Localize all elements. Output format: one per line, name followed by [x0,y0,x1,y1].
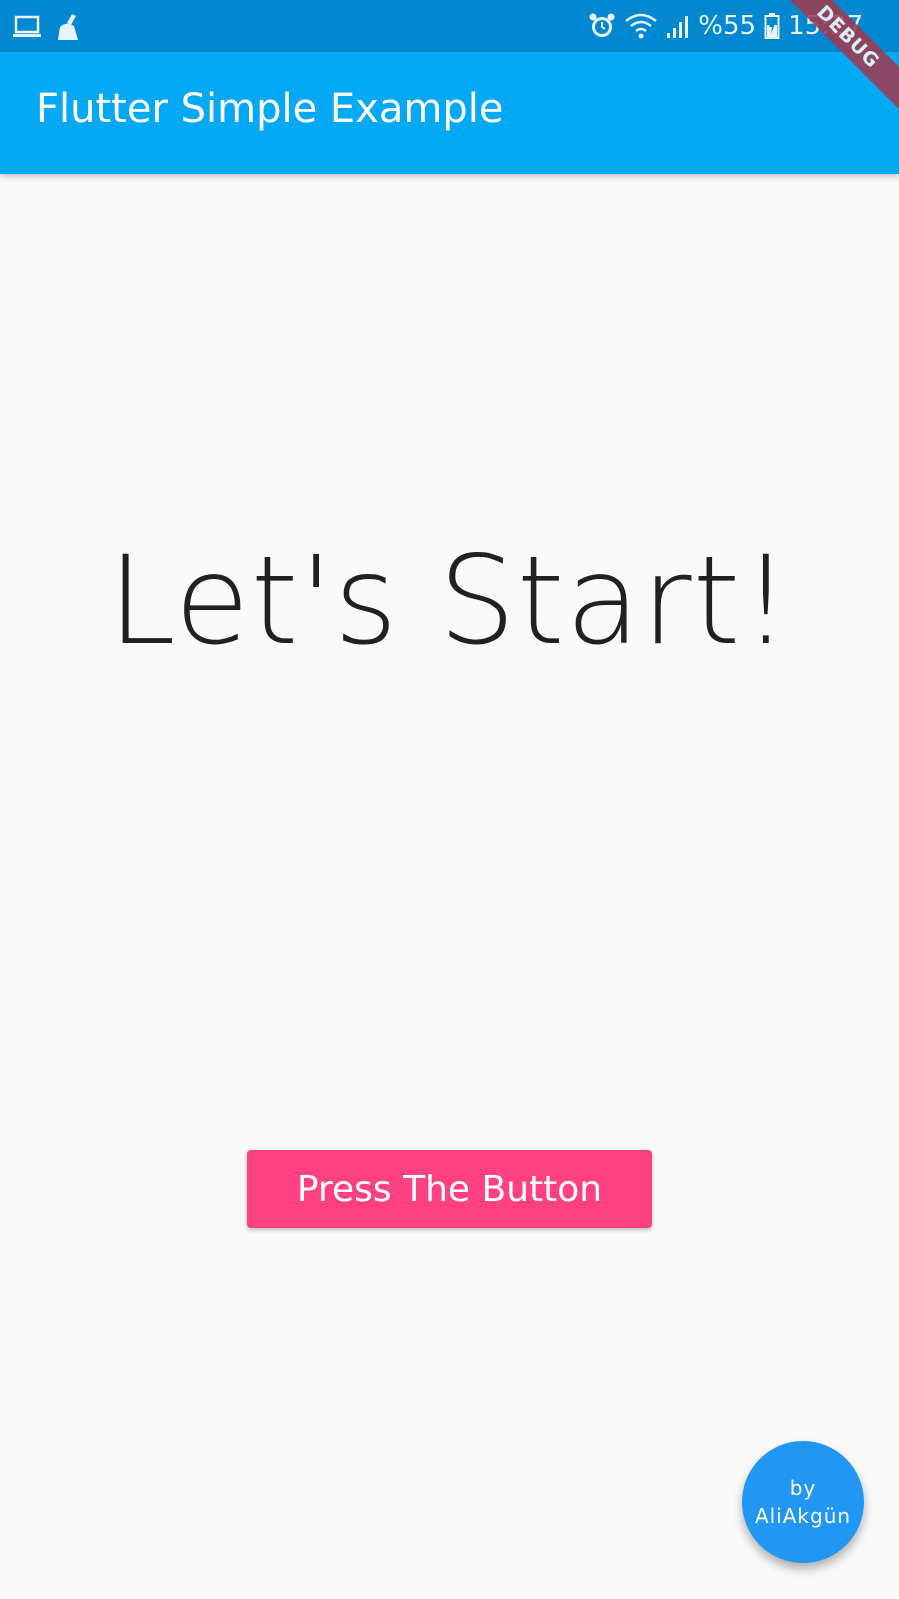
status-bar: %55 15:27 [0,0,899,52]
wifi-icon [624,12,658,40]
headline-text: Let's Start! [107,530,792,672]
status-bar-left [12,12,82,42]
fab-label-author: AliAkgün [754,1504,852,1528]
app-bar: Flutter Simple Example [0,52,899,174]
alarm-icon [588,12,616,40]
app-screen: %55 15:27 DEBUG Flutter Simple Example L… [0,0,899,1599]
battery-percent: %55 [698,11,757,41]
battery-icon [764,12,780,40]
app-title: Flutter Simple Example [36,86,504,132]
signal-icon [666,13,690,39]
press-the-button[interactable]: Press The Button [247,1150,652,1228]
author-fab[interactable]: by AliAkgün [742,1441,864,1563]
fab-label-by: by [789,1476,817,1500]
cleaner-icon [56,13,82,41]
laptop-icon [12,15,42,39]
